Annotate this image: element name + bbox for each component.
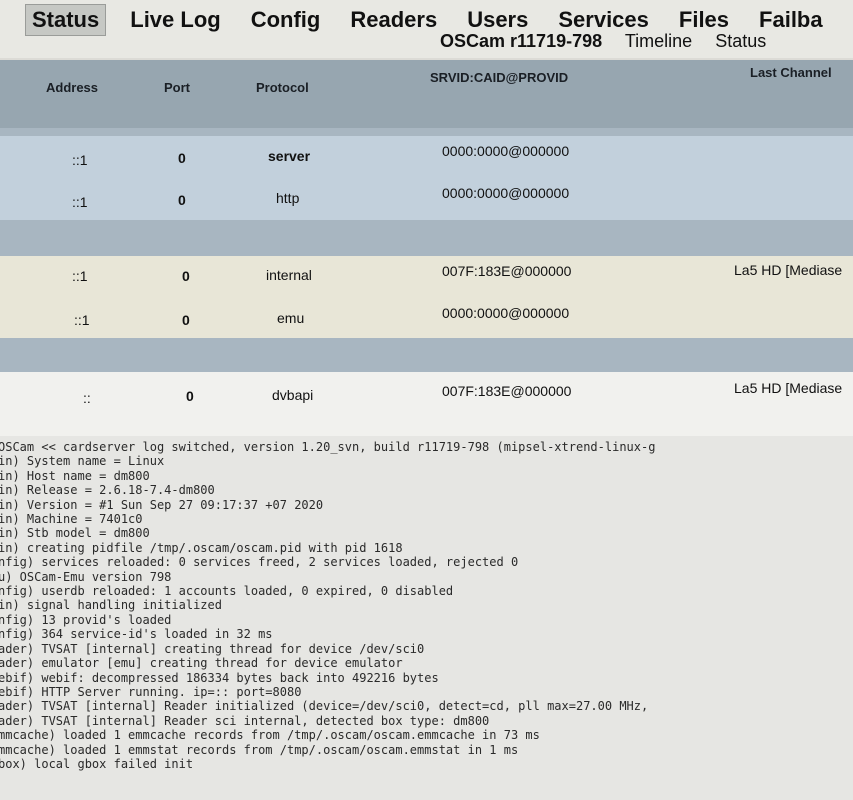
log-line: ader) TVSAT [internal] Reader sci intern… <box>0 713 490 728</box>
cell-address: ::1 <box>72 194 88 210</box>
tab-status[interactable]: Status <box>25 4 107 36</box>
log-line: ader) emulator [emu] creating thread for… <box>0 656 403 671</box>
table-row[interactable]: ::1 0 emu 0000:0000@000000 <box>0 298 853 338</box>
tab-readers[interactable]: Readers <box>344 5 443 35</box>
version-label: OSCam r11719-798 <box>440 31 603 51</box>
cell-protocol: server <box>268 148 311 164</box>
tab-config[interactable]: Config <box>245 5 327 35</box>
table-row[interactable]: ::1 0 http 0000:0000@000000 <box>0 180 853 220</box>
cell-srvid: 0000:0000@000000 <box>442 185 570 201</box>
log-line: ader) TVSAT [internal] Reader initialize… <box>0 699 649 714</box>
cell-address: ::1 <box>72 268 88 284</box>
log-line: in) creating pidfile /tmp/.oscam/oscam.p… <box>0 540 403 555</box>
group-separator <box>0 338 853 372</box>
cell-srvid: 007F:183E@000000 <box>442 263 572 279</box>
log-line: in) Stb model = dm800 <box>0 526 150 541</box>
table-row[interactable]: :: 0 dvbapi 007F:183E@000000 La5 HD [Med… <box>0 372 853 436</box>
log-line: ebif) webif: decompressed 186334 bytes b… <box>0 670 439 685</box>
log-line: mmcache) loaded 1 emmcache records from … <box>0 728 540 743</box>
header-last-channel[interactable]: Last Channel <box>750 65 832 80</box>
log-panel[interactable]: OSCam << cardserver log switched, versio… <box>0 436 853 800</box>
cell-protocol: emu <box>277 310 305 326</box>
cell-protocol: internal <box>266 267 312 283</box>
group-separator <box>0 220 853 256</box>
table-row[interactable]: ::1 0 server 0000:0000@000000 <box>0 136 853 180</box>
log-line: in) Release = 2.6.18-7.4-dm800 <box>0 483 215 498</box>
log-line: in) signal handling initialized <box>0 598 222 613</box>
log-line: nfig) 364 service-id's loaded in 32 ms <box>0 627 273 642</box>
table-row[interactable]: ::1 0 internal 007F:183E@000000 La5 HD [… <box>0 256 853 298</box>
header-srvid[interactable]: SRVID:CAID@PROVID <box>430 70 568 85</box>
log-line: in) Host name = dm800 <box>0 468 150 483</box>
log-line: OSCam << cardserver log switched, versio… <box>0 440 656 454</box>
table-header: Address Port Protocol SRVID:CAID@PROVID … <box>0 60 853 128</box>
cell-srvid: 007F:183E@000000 <box>442 383 572 399</box>
cell-port: 0 <box>182 312 190 328</box>
timeline-link[interactable]: Timeline <box>625 31 692 51</box>
log-line: nfig) 13 provid's loaded <box>0 612 172 627</box>
cell-address: ::1 <box>74 312 90 328</box>
top-navigation: Status Live Log Config Readers Users Services… <box>0 0 853 58</box>
cell-address: :: <box>83 390 91 406</box>
tab-live-log[interactable]: Live Log <box>124 5 226 35</box>
cell-address: ::1 <box>72 152 88 168</box>
cell-srvid: 0000:0000@000000 <box>442 143 570 159</box>
log-line: nfig) services reloaded: 0 services free… <box>0 555 519 570</box>
status-link[interactable]: Status <box>715 31 766 51</box>
cell-last-channel: La5 HD [Mediase <box>734 262 843 278</box>
log-line: in) Version = #1 Sun Sep 27 09:17:37 +07… <box>0 497 324 512</box>
cell-port: 0 <box>186 388 194 404</box>
cell-last-channel: La5 HD [Mediase <box>734 380 843 396</box>
cell-protocol: http <box>276 190 300 206</box>
cell-port: 0 <box>178 192 186 208</box>
log-line: ebif) HTTP Server running. ip=:: port=80… <box>0 684 302 699</box>
log-line: nfig) userdb reloaded: 1 accounts loaded… <box>0 584 454 599</box>
log-line: mmcache) loaded 1 emmstat records from /… <box>0 742 519 757</box>
header-port[interactable]: Port <box>164 80 190 95</box>
log-line: in) System name = Linux <box>0 454 165 469</box>
cell-protocol: dvbapi <box>272 387 314 403</box>
log-line: box) local gbox failed init <box>0 756 194 771</box>
header-protocol[interactable]: Protocol <box>256 80 309 95</box>
header-address[interactable]: Address <box>46 80 98 95</box>
log-line: ader) TVSAT [internal] creating thread f… <box>0 641 425 656</box>
cell-port: 0 <box>182 268 190 284</box>
log-line: in) Machine = 7401c0 <box>0 512 143 527</box>
log-line: u) OSCam-Emu version 798 <box>0 569 172 584</box>
cell-port: 0 <box>178 150 186 166</box>
cell-srvid: 0000:0000@000000 <box>442 305 570 321</box>
sub-navigation: OSCam r11719-798 Timeline Status <box>440 31 784 52</box>
